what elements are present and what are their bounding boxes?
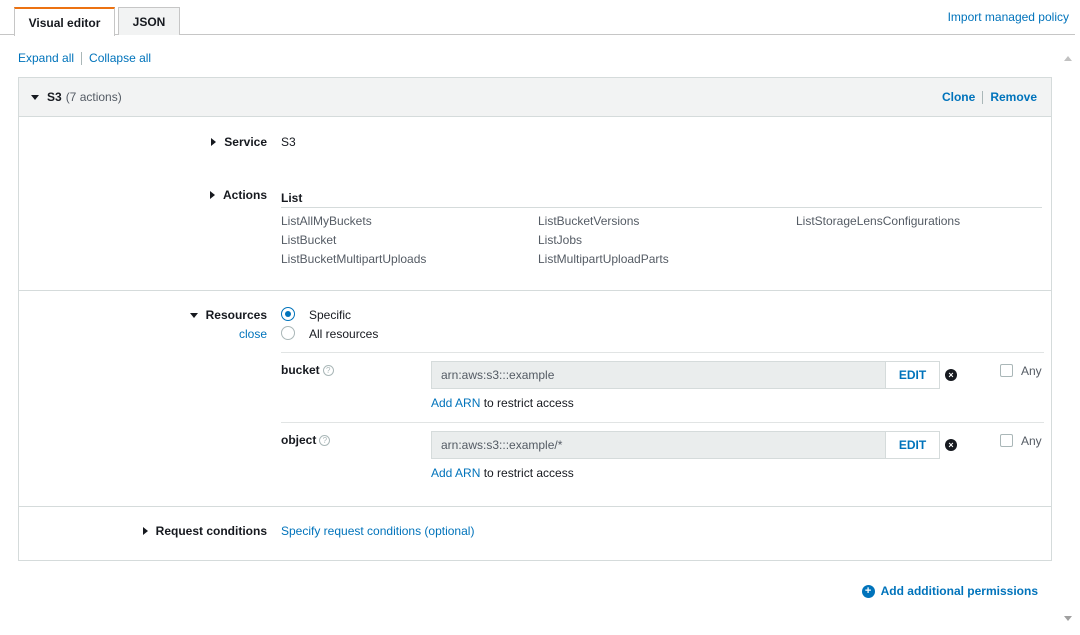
panel-actions: Clone Remove	[942, 90, 1037, 104]
scroll-down-icon[interactable]	[1062, 612, 1074, 624]
bucket-add-arn-row: Add ARN to restrict access	[431, 396, 574, 410]
object-add-arn-row: Add ARN to restrict access	[431, 466, 574, 480]
service-value: S3	[281, 135, 296, 149]
panel-header[interactable]: S3 (7 actions) Clone Remove	[19, 78, 1051, 117]
object-add-arn-link[interactable]: Add ARN	[431, 466, 480, 480]
help-icon[interactable]: ?	[322, 364, 334, 376]
plus-circle-icon: +	[861, 584, 875, 598]
resource-bucket-name: bucket ?	[281, 363, 334, 377]
action-item: ListBucketVersions	[538, 214, 640, 228]
resource-divider	[281, 422, 1044, 423]
radio-all-resources[interactable]	[281, 326, 295, 340]
remove-icon[interactable]: ×	[945, 439, 957, 451]
resources-toggle[interactable]: Resources	[189, 308, 267, 322]
bucket-edit-button[interactable]: EDIT	[885, 362, 939, 388]
bucket-arn-field[interactable]: arn:aws:s3:::example EDIT	[431, 361, 940, 389]
caret-right-icon	[211, 138, 217, 146]
bucket-any-label: Any	[1021, 364, 1042, 378]
resource-object-name: object ?	[281, 433, 331, 447]
panel-title[interactable]: S3 (7 actions)	[31, 90, 122, 104]
action-item: ListJobs	[538, 233, 583, 247]
section-divider	[19, 506, 1051, 507]
tab-visual-editor[interactable]: Visual editor	[14, 7, 115, 36]
action-item: ListStorageLensConfigurations	[796, 214, 961, 228]
resource-name-text: object	[281, 433, 317, 447]
bucket-add-arn-link[interactable]: Add ARN	[431, 396, 480, 410]
radio-specific[interactable]	[281, 307, 295, 321]
radio-all-resources-label: All resources	[309, 327, 379, 341]
bucket-any-checkbox[interactable]	[1000, 364, 1013, 377]
resources-label: Resources	[205, 308, 267, 322]
object-any-checkbox[interactable]	[1000, 434, 1013, 447]
caret-right-icon	[142, 527, 148, 535]
section-divider	[19, 290, 1051, 291]
add-permissions-label: Add additional permissions	[880, 584, 1038, 598]
help-icon[interactable]: ?	[319, 434, 331, 446]
object-arn-field[interactable]: arn:aws:s3:::example/* EDIT	[431, 431, 940, 459]
import-managed-policy-link[interactable]: Import managed policy	[948, 10, 1069, 24]
actions-toggle[interactable]: Actions	[209, 188, 267, 202]
remove-icon[interactable]: ×	[945, 369, 957, 381]
caret-right-icon	[209, 191, 215, 199]
clone-button[interactable]: Clone	[942, 90, 975, 104]
action-item: ListAllMyBuckets	[281, 214, 372, 228]
object-edit-button[interactable]: EDIT	[885, 432, 939, 458]
panel-action-count: (7 actions)	[65, 90, 122, 104]
resources-close-link[interactable]: close	[239, 327, 267, 341]
remove-button[interactable]: Remove	[990, 90, 1037, 104]
action-item: ListMultipartUploadParts	[538, 252, 669, 266]
caret-down-icon	[31, 94, 39, 100]
resource-divider	[281, 352, 1044, 353]
radio-specific-label: Specific	[309, 308, 352, 322]
scrollbar[interactable]	[1062, 48, 1074, 624]
tab-json[interactable]: JSON	[118, 7, 180, 35]
request-conditions-toggle[interactable]: Request conditions	[142, 524, 267, 538]
object-arn-value: arn:aws:s3:::example/*	[441, 438, 563, 452]
collapse-all-link[interactable]: Collapse all	[89, 51, 151, 65]
panel-service-name: S3	[47, 90, 62, 104]
object-any-label: Any	[1021, 434, 1042, 448]
bucket-arn-value: arn:aws:s3:::example	[441, 368, 555, 382]
add-permissions-button[interactable]: + Add additional permissions	[861, 584, 1038, 598]
expand-all-link[interactable]: Expand all	[18, 51, 74, 65]
expand-collapse-row: Expand all Collapse all	[18, 51, 151, 65]
restrict-text: to restrict access	[480, 396, 574, 410]
action-item: ListBucket	[281, 233, 337, 247]
permission-panel: S3 (7 actions) Clone Remove Service S3 A…	[18, 77, 1052, 561]
caret-down-icon	[189, 312, 198, 318]
request-conditions-label: Request conditions	[155, 524, 267, 538]
separator	[81, 51, 83, 65]
specify-conditions-link[interactable]: Specify request conditions (optional)	[281, 524, 474, 538]
service-label: Service	[224, 135, 267, 149]
service-toggle[interactable]: Service	[211, 135, 267, 149]
actions-divider	[281, 207, 1042, 208]
tab-bar: Visual editor JSON Import managed policy	[0, 0, 1075, 36]
actions-label: Actions	[222, 188, 267, 202]
scroll-up-icon[interactable]	[1062, 52, 1074, 64]
separator	[982, 90, 984, 104]
action-item: ListBucketMultipartUploads	[281, 252, 427, 266]
restrict-text: to restrict access	[480, 466, 574, 480]
actions-group-heading: List	[281, 191, 303, 205]
resource-name-text: bucket	[281, 363, 320, 377]
